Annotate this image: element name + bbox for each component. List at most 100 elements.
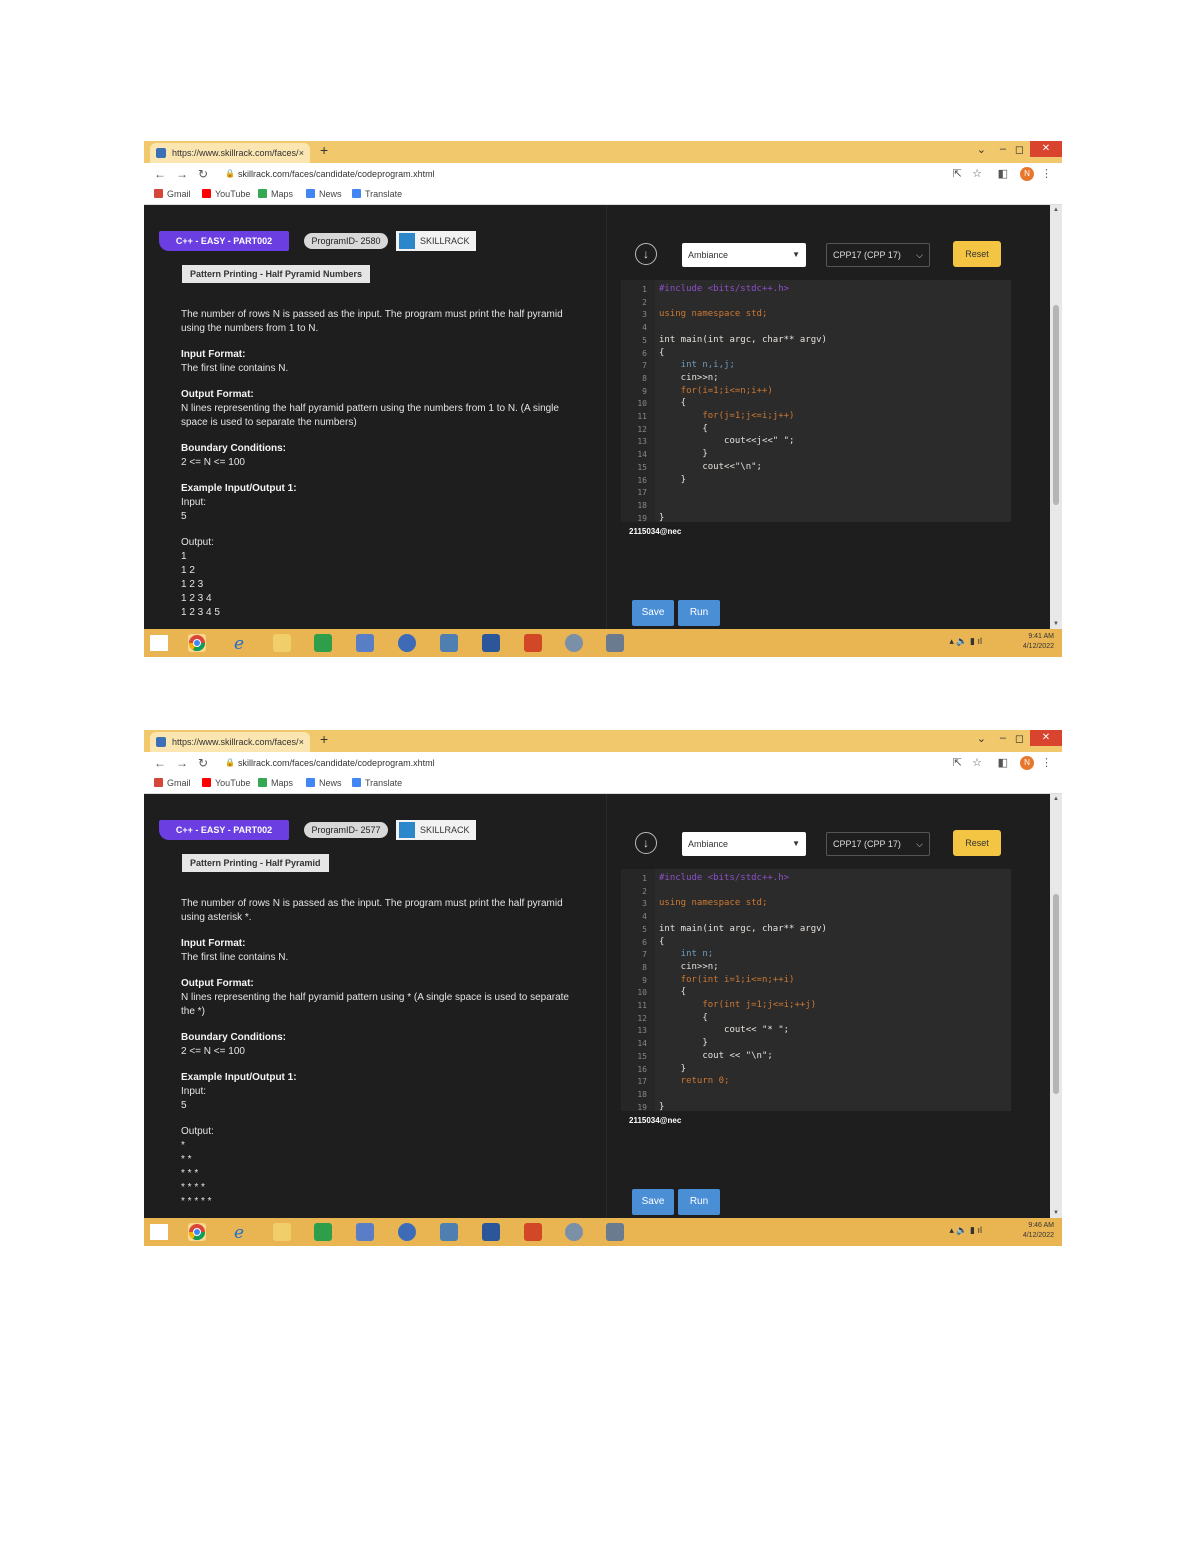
bookmark-star-icon[interactable]: ☆	[972, 756, 982, 769]
line-number: 17	[637, 488, 647, 498]
share-icon[interactable]: ⇱	[953, 756, 962, 769]
url-input[interactable]: 🔒 skillrack.com/faces/candidate/codeprog…	[220, 755, 960, 771]
app-icon[interactable]	[565, 1223, 583, 1241]
app-icon[interactable]	[606, 1223, 624, 1241]
system-tray-icons[interactable]: ▴ 🔈 ▮ ıl	[949, 1225, 982, 1236]
bookmark-youtube[interactable]: YouTube	[202, 189, 250, 199]
new-tab-button[interactable]: +	[320, 142, 328, 158]
powerpoint-icon[interactable]	[524, 1223, 542, 1241]
tab-close-icon[interactable]: ×	[299, 732, 304, 752]
code-line: for(int j=1;j<=i;++j)	[659, 1000, 817, 1010]
side-panel-icon[interactable]: ◧	[998, 167, 1008, 180]
reload-icon[interactable]: ↻	[198, 167, 208, 181]
scroll-down-icon[interactable]: ▼	[1053, 1210, 1059, 1216]
taskbar-clock[interactable]: 9:41 AM 4/12/2022	[1023, 632, 1054, 652]
run-button[interactable]: Run	[678, 1189, 720, 1215]
problem-category-tag: C++ - EASY - PART002	[159, 231, 289, 251]
bookmark-news[interactable]: News	[306, 189, 342, 199]
reset-button[interactable]: Reset	[953, 241, 1001, 267]
store-icon[interactable]	[314, 1223, 332, 1241]
forward-icon[interactable]: →	[176, 756, 188, 770]
file-explorer-icon[interactable]	[273, 1223, 291, 1241]
save-button[interactable]: Save	[632, 600, 674, 626]
profile-avatar[interactable]: N	[1020, 167, 1034, 181]
bookmark-maps[interactable]: Maps	[258, 778, 293, 788]
scroll-thumb[interactable]	[1053, 305, 1059, 505]
theme-select[interactable]: Ambiance ▼	[682, 243, 806, 267]
profile-avatar[interactable]: N	[1020, 756, 1034, 770]
app-icon[interactable]	[440, 1223, 458, 1241]
menu-kebab-icon[interactable]: ⋮	[1041, 167, 1052, 180]
reload-icon[interactable]: ↻	[198, 756, 208, 770]
windows-start-icon[interactable]	[150, 1224, 168, 1240]
internet-explorer-icon[interactable]: e	[232, 634, 250, 654]
tab-search-icon[interactable]: ⌄	[977, 143, 986, 156]
code-editor[interactable]: 1 2 3 4 5 6 7 8 9 10 11 12 13 14 15 16 1…	[621, 869, 1011, 1112]
app-icon[interactable]	[356, 634, 374, 652]
minimize-icon[interactable]: –	[1000, 143, 1006, 155]
chrome-icon[interactable]	[188, 634, 206, 652]
taskbar-clock[interactable]: 9:46 AM 4/12/2022	[1023, 1221, 1054, 1241]
browser-tab[interactable]: https://www.skillrack.com/faces/ ×	[150, 732, 310, 752]
code-editor[interactable]: 1 2 3 4 5 6 7 8 9 10 11 12 13 14 15 16 1…	[621, 280, 1011, 523]
windows-start-icon[interactable]	[150, 635, 168, 651]
app-icon[interactable]	[606, 634, 624, 652]
file-explorer-icon[interactable]	[273, 634, 291, 652]
code-line: for(i=1;i<=n;i++)	[659, 385, 773, 396]
scroll-up-icon[interactable]: ▲	[1053, 207, 1059, 213]
powerpoint-icon[interactable]	[524, 634, 542, 652]
word-icon[interactable]	[482, 1223, 500, 1241]
url-input[interactable]: 🔒 skillrack.com/faces/candidate/codeprog…	[220, 166, 960, 182]
bookmark-translate[interactable]: Translate	[352, 189, 402, 199]
theme-select[interactable]: Ambiance ▼	[682, 832, 806, 856]
tab-search-icon[interactable]: ⌄	[977, 732, 986, 745]
restore-icon[interactable]: ◻	[1015, 732, 1024, 745]
close-window-icon[interactable]: ✕	[1030, 730, 1062, 746]
language-select[interactable]: CPP17 (CPP 17) ⌵	[826, 243, 930, 267]
page-scrollbar[interactable]: ▲ ▼	[1050, 205, 1062, 629]
bookmark-translate[interactable]: Translate	[352, 778, 402, 788]
menu-kebab-icon[interactable]: ⋮	[1041, 756, 1052, 769]
scroll-up-icon[interactable]: ▲	[1053, 796, 1059, 802]
new-tab-button[interactable]: +	[320, 731, 328, 747]
line-number: 10	[637, 399, 647, 409]
download-icon[interactable]: ↓	[635, 243, 657, 265]
line-number: 11	[637, 412, 647, 421]
restore-icon[interactable]: ◻	[1015, 143, 1024, 156]
app-icon[interactable]	[356, 1223, 374, 1241]
app-icon[interactable]	[565, 634, 583, 652]
code-line: using namespace std;	[659, 898, 768, 909]
download-icon[interactable]: ↓	[635, 832, 657, 854]
bookmark-star-icon[interactable]: ☆	[972, 167, 982, 180]
tab-close-icon[interactable]: ×	[299, 143, 304, 163]
bookmark-maps[interactable]: Maps	[258, 189, 293, 199]
bookmark-gmail[interactable]: Gmail	[154, 189, 191, 199]
close-window-icon[interactable]: ✕	[1030, 141, 1062, 157]
language-select[interactable]: CPP17 (CPP 17) ⌵	[826, 832, 930, 856]
bookmark-gmail[interactable]: Gmail	[154, 778, 191, 788]
page-scrollbar[interactable]: ▲ ▼	[1050, 794, 1062, 1218]
side-panel-icon[interactable]: ◧	[998, 756, 1008, 769]
browser-tab[interactable]: https://www.skillrack.com/faces/ ×	[150, 143, 310, 163]
bookmark-news[interactable]: News	[306, 778, 342, 788]
back-icon[interactable]: ←	[154, 756, 166, 770]
run-button[interactable]: Run	[678, 600, 720, 626]
scroll-down-icon[interactable]: ▼	[1053, 621, 1059, 627]
word-icon[interactable]	[482, 634, 500, 652]
media-player-icon[interactable]	[398, 634, 416, 652]
system-tray-icons[interactable]: ▴ 🔈 ▮ ıl	[949, 636, 982, 647]
bookmark-youtube[interactable]: YouTube	[202, 778, 250, 788]
media-player-icon[interactable]	[398, 1223, 416, 1241]
reset-button[interactable]: Reset	[953, 830, 1001, 856]
app-icon[interactable]	[440, 634, 458, 652]
save-button[interactable]: Save	[632, 1189, 674, 1215]
internet-explorer-icon[interactable]: e	[232, 1223, 250, 1243]
store-icon[interactable]	[314, 634, 332, 652]
minimize-icon[interactable]: –	[1000, 732, 1006, 744]
back-icon[interactable]: ←	[154, 167, 166, 181]
scroll-thumb[interactable]	[1053, 894, 1059, 1094]
chrome-icon[interactable]	[188, 1223, 206, 1241]
share-icon[interactable]: ⇱	[953, 167, 962, 180]
forward-icon[interactable]: →	[176, 167, 188, 181]
svg-text:e: e	[234, 1223, 244, 1241]
